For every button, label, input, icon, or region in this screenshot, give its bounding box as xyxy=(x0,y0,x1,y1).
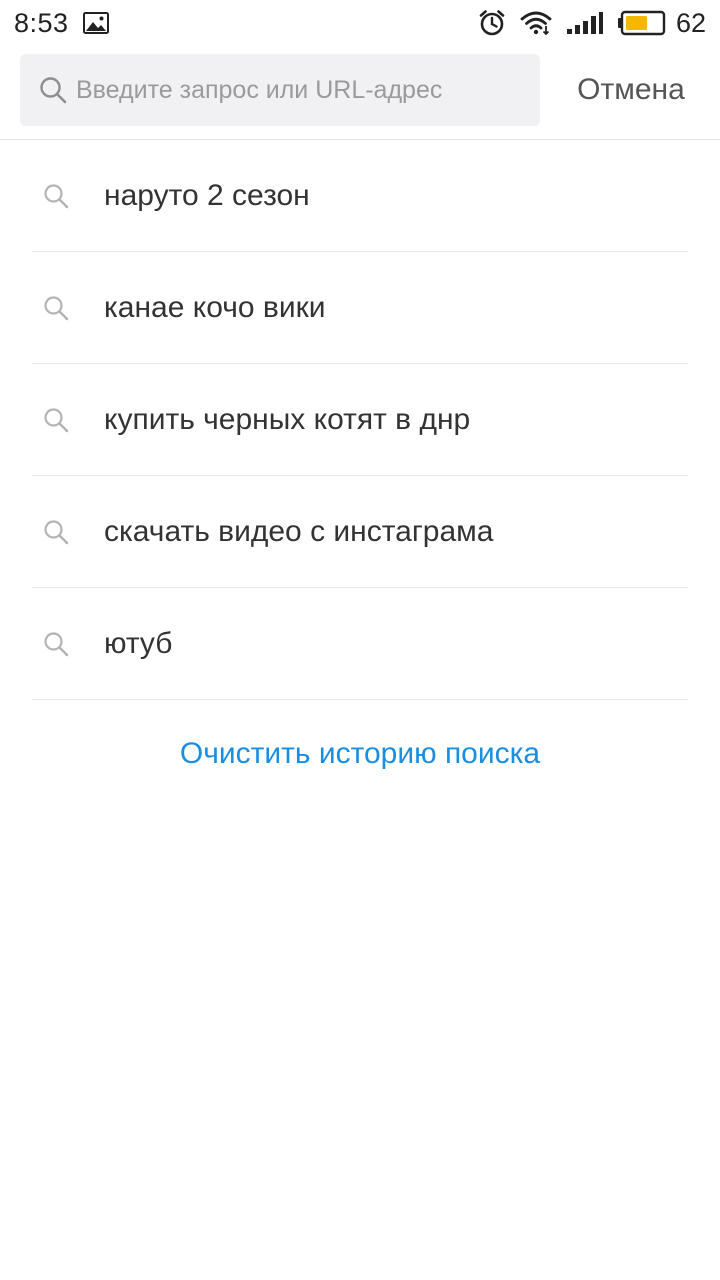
gallery-icon xyxy=(82,12,109,34)
search-box[interactable] xyxy=(20,54,540,126)
search-icon xyxy=(44,519,69,544)
battery-level: 62 xyxy=(675,7,706,38)
history-item-label: скачать видео с инстаграма xyxy=(104,514,494,548)
history-item[interactable]: ютуб xyxy=(32,588,688,700)
history-item-label: канае кочо вики xyxy=(104,290,326,324)
clear-history-button[interactable]: Очистить историю поиска xyxy=(0,722,720,786)
status-left: 8:53 xyxy=(14,8,109,39)
status-right: 62 xyxy=(464,8,706,39)
history-item[interactable]: канае кочо вики xyxy=(32,252,688,364)
history-item-label: ютуб xyxy=(104,626,173,660)
history-item[interactable]: купить черных котят в днр xyxy=(32,364,688,476)
search-history-list: наруто 2 сезон канае кочо вики купить че… xyxy=(32,140,688,700)
search-icon xyxy=(40,77,67,104)
status-time: 8:53 xyxy=(14,7,69,38)
alarm-icon xyxy=(479,10,505,36)
search-icon xyxy=(44,407,69,432)
history-item-label: купить черных котят в днр xyxy=(104,402,471,436)
history-item[interactable]: наруто 2 сезон xyxy=(32,140,688,252)
history-item-label: наруто 2 сезон xyxy=(104,178,310,212)
history-item[interactable]: скачать видео с инстаграма xyxy=(32,476,688,588)
search-icon xyxy=(44,631,69,656)
search-input[interactable] xyxy=(76,60,516,120)
wifi-icon xyxy=(520,11,552,36)
search-icon xyxy=(44,183,69,208)
cancel-button[interactable]: Отмена xyxy=(556,54,706,126)
battery-icon xyxy=(617,10,666,36)
status-bar: 8:53 62 xyxy=(0,0,720,46)
signal-icon xyxy=(566,12,603,34)
search-icon xyxy=(44,295,69,320)
search-header: Отмена xyxy=(0,46,720,140)
